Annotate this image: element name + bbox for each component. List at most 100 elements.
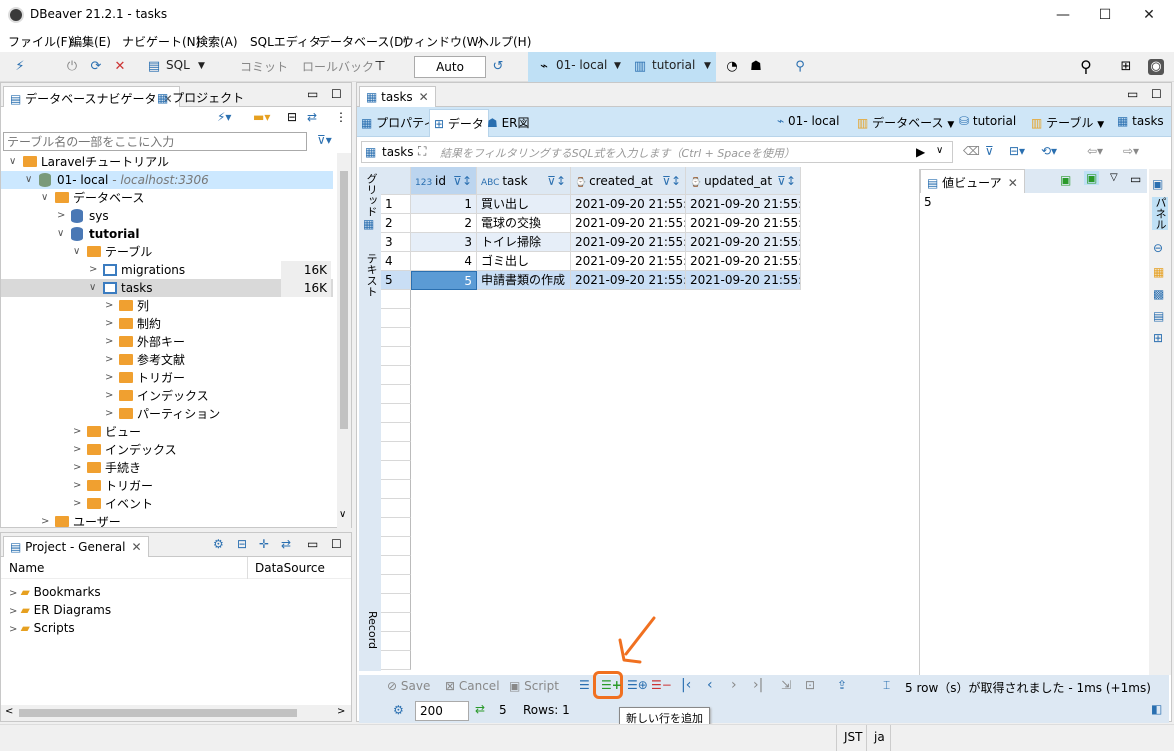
close-icon[interactable]: ✕ bbox=[131, 540, 141, 554]
tree-item[interactable]: > トリガー bbox=[1, 369, 333, 387]
grid-cell[interactable]: 3 bbox=[411, 233, 477, 252]
column-header-task[interactable]: ABC task ⊽↕ bbox=[477, 167, 571, 195]
chevron-right-icon[interactable]: > bbox=[73, 459, 83, 477]
row-number[interactable]: 5 bbox=[381, 271, 411, 290]
chevron-right-icon[interactable]: > bbox=[89, 261, 99, 279]
value-panel-icon[interactable]: ⊖ bbox=[1153, 241, 1163, 255]
menu-file[interactable]: ファイル(F) bbox=[8, 33, 72, 50]
copy-row-icon[interactable]: ☰⊕ bbox=[627, 678, 648, 692]
grid-cell[interactable]: トイレ掃除 bbox=[477, 233, 571, 252]
sort-filter-icon[interactable]: ⊽↕ bbox=[777, 167, 796, 194]
new-folder-icon[interactable]: ▬▾ bbox=[253, 110, 270, 124]
grid-cell[interactable]: 2021-09-20 21:55:21 bbox=[571, 233, 686, 252]
search-icon[interactable]: ⚲ bbox=[792, 59, 808, 75]
filter-icon[interactable]: ⊽ bbox=[985, 144, 994, 158]
history-icon[interactable]: ↺ bbox=[490, 59, 506, 75]
chevron-down-icon[interactable]: ▼ bbox=[198, 61, 205, 71]
project-item-er-diagrams[interactable]: > ▰ ER Diagrams bbox=[9, 603, 209, 621]
grid-cell[interactable]: 2 bbox=[411, 214, 477, 233]
chevron-right-icon[interactable]: > bbox=[73, 477, 83, 495]
tree-item[interactable]: > インデックス bbox=[1, 441, 333, 459]
chevron-down-icon[interactable]: ▼ bbox=[947, 120, 954, 130]
minimize-icon[interactable]: ▭ bbox=[307, 537, 318, 551]
erd-icon[interactable]: ☗ bbox=[748, 59, 764, 75]
column-header-created-at[interactable]: ⌚ created_at ⊽↕ bbox=[571, 167, 686, 195]
panels-tab[interactable]: パネル bbox=[1152, 197, 1168, 230]
back-icon[interactable]: ⇦▾ bbox=[1087, 144, 1103, 158]
dbeaver-perspective-icon[interactable]: ◉ bbox=[1148, 59, 1164, 75]
tree-item[interactable]: > 参考文献 bbox=[1, 351, 333, 369]
chevron-right-icon[interactable]: > bbox=[73, 423, 83, 441]
record-view-tab[interactable]: Record bbox=[361, 611, 379, 649]
menu-database[interactable]: データベース(D) bbox=[318, 33, 408, 50]
tree-item[interactable]: ∨ 01- local - localhost:3306 bbox=[1, 171, 333, 189]
chevron-right-icon[interactable]: > bbox=[105, 297, 115, 315]
new-connection-icon[interactable]: ⚡ bbox=[12, 59, 28, 75]
menu-help[interactable]: ヘルプ(H) bbox=[477, 33, 531, 50]
expand-icon[interactable]: ✛ bbox=[259, 537, 269, 551]
calc-icon[interactable]: ▩ bbox=[1153, 287, 1164, 301]
value-viewer-content[interactable]: 5 bbox=[924, 195, 932, 209]
next-icon[interactable]: › bbox=[731, 677, 737, 693]
chevron-down-icon[interactable]: ∨ bbox=[9, 153, 19, 171]
grid-cell[interactable]: 1 bbox=[411, 195, 477, 214]
filter-save-icon[interactable]: ⊟▾ bbox=[1009, 144, 1025, 158]
crumb-schema[interactable]: ⛁ tutorial bbox=[959, 114, 1016, 128]
chevron-right-icon[interactable]: > bbox=[105, 405, 115, 423]
chevron-down-icon[interactable]: ▼ bbox=[1097, 120, 1104, 130]
script-button[interactable]: ▣ Script bbox=[509, 679, 559, 693]
tab-project-general[interactable]: ▤ Project - General ✕ bbox=[3, 536, 149, 557]
forward-icon[interactable]: ⇨▾ bbox=[1123, 144, 1139, 158]
grid-cell[interactable]: 2021-09-20 21:55:21 bbox=[571, 214, 686, 233]
maximize-icon[interactable]: ☐ bbox=[331, 87, 342, 101]
fetch-all-icon[interactable]: ⊡ bbox=[805, 678, 815, 692]
chevron-right-icon[interactable]: > bbox=[105, 369, 115, 387]
chevron-right-icon[interactable]: > bbox=[41, 513, 51, 527]
column-header-updated-at[interactable]: ⌚ updated_at ⊽↕ bbox=[686, 167, 801, 195]
tree-item[interactable]: > イベント bbox=[1, 495, 333, 513]
new-connection-icon[interactable]: ⚡▾ bbox=[217, 110, 231, 124]
tab-value-viewer[interactable]: ▤ 値ビューア ✕ bbox=[920, 169, 1025, 193]
minimize-icon[interactable]: ▭ bbox=[307, 87, 318, 101]
grid-cell[interactable]: 2021-09-20 21:55:21 bbox=[571, 252, 686, 271]
subtab-er-diagram[interactable]: ☗ ER図 bbox=[487, 114, 530, 131]
text-view-tab[interactable]: テキスト bbox=[361, 253, 379, 297]
grid-cell[interactable]: 申請書類の作成 bbox=[477, 271, 571, 290]
column-name-header[interactable]: Name bbox=[9, 561, 44, 575]
add-row-icon[interactable]: ☰+ bbox=[601, 678, 622, 692]
grouping-icon[interactable]: ▤ bbox=[1153, 309, 1164, 323]
export-icon[interactable]: ⇪ bbox=[837, 678, 847, 692]
project-item-bookmarks[interactable]: > ▰ Bookmarks bbox=[9, 585, 209, 603]
delete-row-icon[interactable]: ☰− bbox=[651, 678, 672, 692]
chevron-right-icon[interactable]: > bbox=[9, 624, 21, 635]
chevron-right-icon[interactable]: > bbox=[105, 333, 115, 351]
apply-filter-icon[interactable]: ▶ bbox=[916, 145, 925, 159]
refresh-icon[interactable]: ⟲▾ bbox=[1041, 144, 1057, 158]
chevron-right-icon[interactable]: > bbox=[105, 351, 115, 369]
grid-cell[interactable]: 2021-09-20 21:55:21 bbox=[571, 195, 686, 214]
grid-corner[interactable] bbox=[381, 167, 411, 195]
tree-item[interactable]: ∨ tutorial bbox=[1, 225, 333, 243]
chevron-right-icon[interactable]: > bbox=[73, 495, 83, 513]
chevron-down-icon[interactable]: ∨ bbox=[57, 225, 67, 243]
chevron-right-icon[interactable]: > bbox=[73, 441, 83, 459]
maximize-button[interactable]: ☐ bbox=[1082, 0, 1128, 30]
tree-item[interactable]: > 列 bbox=[1, 297, 333, 315]
crumb-connection[interactable]: ⌁ 01- local bbox=[777, 114, 839, 128]
tree-item[interactable]: > 制約 bbox=[1, 315, 333, 333]
grid-cell[interactable]: 2021-09-20 21:55:21 bbox=[686, 233, 801, 252]
tree-item[interactable]: > 手続き bbox=[1, 459, 333, 477]
crumb-table[interactable]: ▦ tasks bbox=[1117, 114, 1164, 128]
subtab-properties[interactable]: ▦ プロパティ bbox=[361, 114, 435, 131]
search-global-icon[interactable]: ⚲ bbox=[1078, 59, 1094, 75]
auto-apply-icon[interactable]: ▣ bbox=[1084, 171, 1100, 185]
sort-filter-icon[interactable]: ⊽↕ bbox=[547, 167, 566, 194]
grid-cell[interactable]: 2021-09-20 21:55:21 bbox=[686, 271, 801, 290]
navigator-scrollbar[interactable]: ∨ bbox=[337, 153, 351, 529]
tree-item[interactable]: > 外部キー bbox=[1, 333, 333, 351]
chevron-down-icon[interactable]: ∨ bbox=[339, 509, 346, 520]
project-hscrollbar[interactable]: < > bbox=[1, 705, 351, 721]
grid-cell[interactable]: 2021-09-20 21:55:21 bbox=[686, 214, 801, 233]
expand-icon[interactable]: ⛶ bbox=[418, 144, 426, 159]
view-menu-icon[interactable]: ⋮ bbox=[335, 110, 347, 124]
